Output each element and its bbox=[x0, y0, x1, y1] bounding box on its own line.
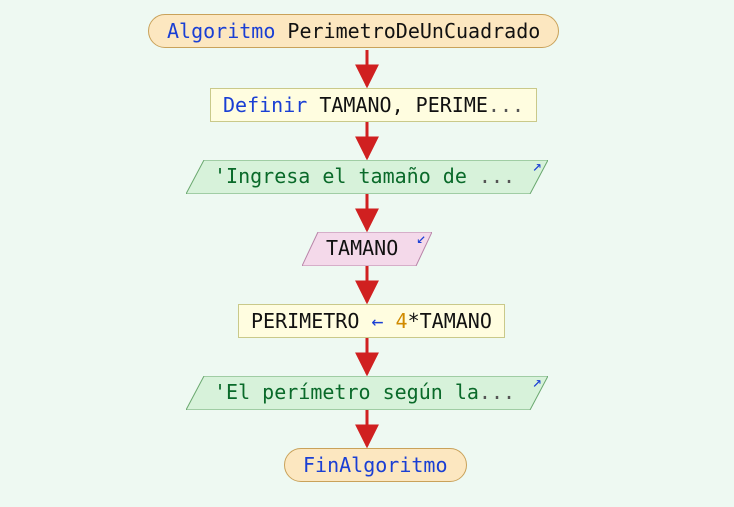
define-vars: TAMANO, PERIME bbox=[319, 93, 488, 117]
keyword-definir: Definir bbox=[223, 93, 307, 117]
flowchart-canvas: Algoritmo PerimetroDeUnCuadrado Definir … bbox=[0, 0, 734, 507]
prompt1-ellipsis: ... bbox=[479, 164, 515, 188]
node-output-prompt2: 'El perímetro según la... ↗ bbox=[186, 376, 548, 410]
algorithm-name: PerimetroDeUnCuadrado bbox=[287, 19, 540, 43]
define-ellipsis: ... bbox=[488, 93, 524, 117]
keyword-algoritmo: Algoritmo bbox=[167, 19, 275, 43]
assign-coef: 4 bbox=[396, 309, 408, 333]
prompt2-text: 'El perímetro según la bbox=[214, 380, 479, 404]
prompt2-ellipsis: ... bbox=[479, 380, 515, 404]
node-end: FinAlgoritmo bbox=[284, 448, 467, 482]
node-assign: PERIMETRO ← 4*TAMANO bbox=[238, 304, 505, 338]
node-define: Definir TAMANO, PERIME... bbox=[210, 88, 537, 122]
prompt1-text: 'Ingresa el tamaño de bbox=[214, 164, 479, 188]
node-output-prompt1: 'Ingresa el tamaño de ... ↗ bbox=[186, 160, 548, 194]
node-start: Algoritmo PerimetroDeUnCuadrado bbox=[148, 14, 559, 48]
assign-arrow: ← bbox=[371, 309, 383, 333]
assign-rhs: TAMANO bbox=[420, 309, 492, 333]
keyword-finalgoritmo: FinAlgoritmo bbox=[303, 453, 448, 477]
assign-op: * bbox=[408, 309, 420, 333]
output-arrow-icon: ↗ bbox=[532, 156, 542, 175]
assign-lhs: PERIMETRO bbox=[251, 309, 359, 333]
input-arrow-icon: ↙ bbox=[416, 228, 426, 247]
input-var: TAMANO bbox=[326, 236, 398, 260]
node-input-tamano: TAMANO ↙ bbox=[302, 232, 432, 266]
output-arrow-icon: ↗ bbox=[532, 372, 542, 391]
